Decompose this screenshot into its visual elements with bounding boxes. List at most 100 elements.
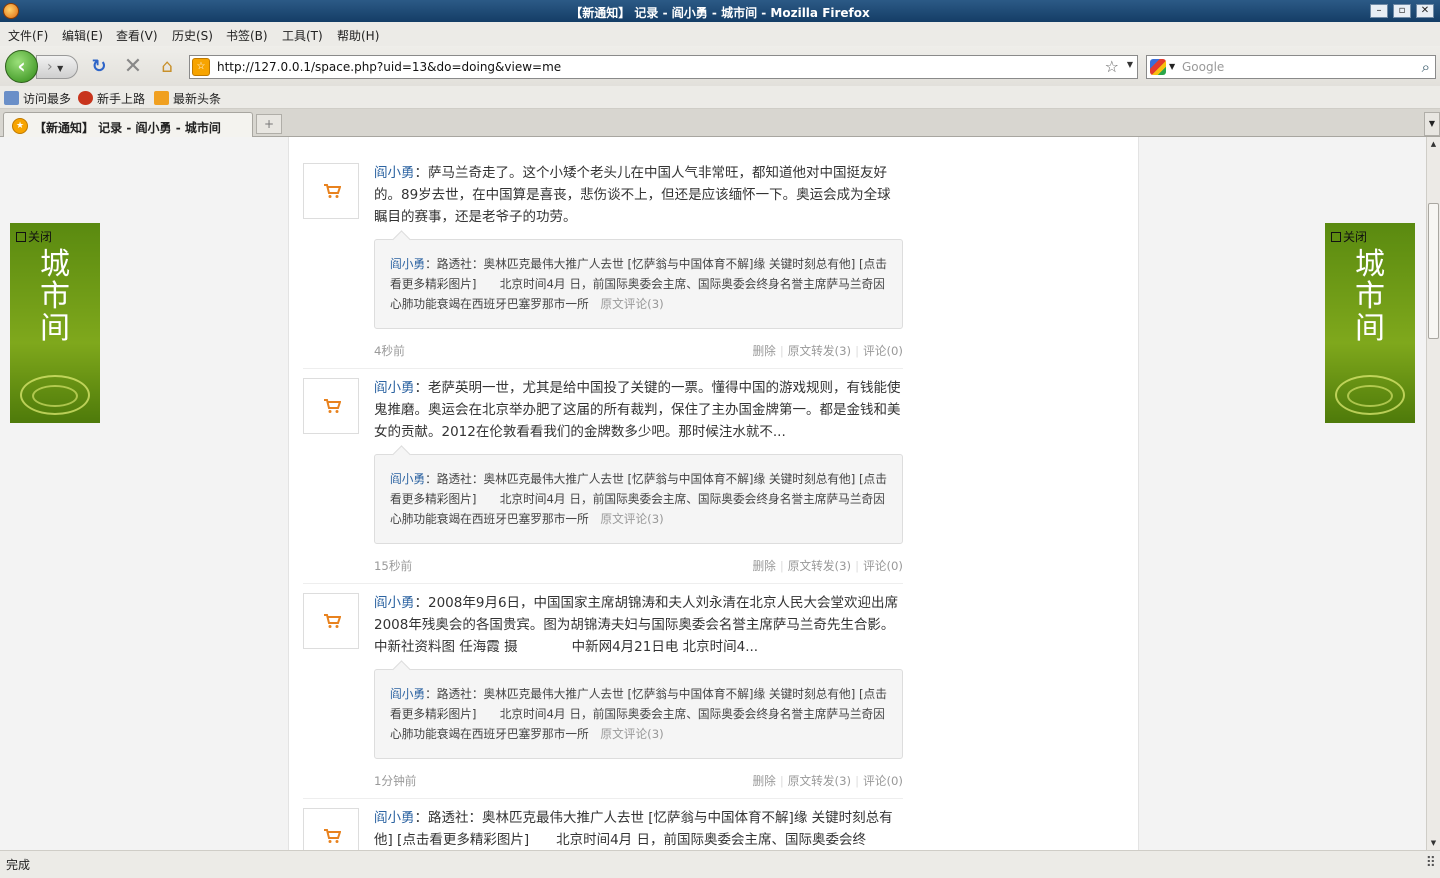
search-input[interactable]: Google [1182, 60, 1224, 74]
navigation-toolbar: › ▼ ‹ ↻ ✕ ⌂ ☆ http://127.0.0.1/space.php… [0, 46, 1440, 86]
forward-link[interactable]: 原文转发(3) [788, 559, 851, 573]
quoted-post: 阎小勇：路透社：奥林匹克最伟大推广人去世 [忆萨翁与中国体育不解]缘 关键时刻总… [374, 669, 903, 759]
ad-close-button[interactable]: 关闭 [16, 228, 52, 245]
url-bar[interactable]: ☆ http://127.0.0.1/space.php?uid=13&do=d… [189, 55, 1138, 79]
bookmark-getting-started[interactable]: 新手上路 [78, 90, 145, 107]
home-icon[interactable]: ⌂ [156, 56, 178, 78]
avatar[interactable] [303, 808, 359, 850]
window-title: 【新通知】 记录 - 阎小勇 - 城市间 - Mozilla Firefox [570, 6, 870, 20]
quote-author-link[interactable]: 阎小勇 [390, 472, 425, 486]
status-text: 完成 [6, 858, 31, 872]
divider [303, 368, 903, 369]
separator: | [855, 774, 860, 788]
original-comments-link[interactable]: 原文评论(3) [600, 727, 663, 741]
forward-link[interactable]: 原文转发(3) [788, 344, 851, 358]
forward-button[interactable]: › ▼ [36, 55, 78, 79]
forward-link[interactable]: 原文转发(3) [788, 774, 851, 788]
stop-icon[interactable]: ✕ [122, 56, 144, 78]
avatar[interactable] [303, 378, 359, 434]
bookmarks-toolbar: 访问最多 新手上路 最新头条 [0, 86, 1440, 109]
original-comments-link[interactable]: 原文评论(3) [600, 512, 663, 526]
timestamp: 4秒前 [374, 344, 405, 358]
search-bar[interactable]: ▼ Google ⌕ [1146, 55, 1436, 79]
vertical-scrollbar[interactable]: ▲ ▼ [1426, 137, 1440, 850]
author-link[interactable]: 阎小勇 [374, 595, 415, 611]
maximize-button[interactable]: ▫ [1393, 4, 1411, 18]
site-identity-icon[interactable]: ☆ [192, 58, 210, 76]
left-floating-ad[interactable]: 关闭 城市间 [10, 223, 100, 423]
ad-brand-text: 城市间 [1355, 247, 1385, 346]
close-window-button[interactable]: ✕ [1416, 4, 1434, 18]
menu-file[interactable]: 文件(F) [8, 27, 48, 44]
ad-brand-text: 城市间 [40, 247, 70, 346]
delete-link[interactable]: 删除 [752, 774, 775, 788]
window-titlebar: 【新通知】 记录 - 阎小勇 - 城市间 - Mozilla Firefox –… [0, 0, 1440, 22]
tab-strip: ★ 【新通知】 记录 - 阎小勇 - 城市间 + ▼ [0, 109, 1440, 137]
delete-link[interactable]: 删除 [752, 344, 775, 358]
entry-actions: 删除 | 原文转发(3) | 评论(0) [752, 772, 903, 789]
getting-started-icon [78, 91, 93, 105]
menu-view[interactable]: 查看(V) [116, 27, 158, 44]
close-box-icon [1331, 232, 1341, 242]
scroll-down-icon[interactable]: ▼ [1427, 836, 1440, 850]
tab-active[interactable]: ★ 【新通知】 记录 - 阎小勇 - 城市间 [3, 112, 253, 137]
entry-actions: 删除 | 原文转发(3) | 评论(0) [752, 557, 903, 574]
author-link[interactable]: 阎小勇 [374, 165, 415, 181]
search-go-icon[interactable]: ⌕ [1422, 58, 1430, 76]
entry-text: 阎小勇：萨马兰奇走了。这个小矮个老头儿在中国人气非常旺，都知道他对中国挺友好的。… [374, 162, 903, 228]
comment-link[interactable]: 评论(0) [863, 344, 903, 358]
main-content-column: 阎小勇：萨马兰奇走了。这个小矮个老头儿在中国人气非常旺，都知道他对中国挺友好的。… [288, 137, 1139, 850]
comment-link[interactable]: 评论(0) [863, 559, 903, 573]
author-link[interactable]: 阎小勇 [374, 380, 415, 396]
comment-link[interactable]: 评论(0) [863, 774, 903, 788]
menu-help[interactable]: 帮助(H) [337, 27, 379, 44]
entry-message: ：路透社：奥林匹克最伟大推广人去世 [忆萨翁与中国体育不解]缘 关键时刻总有他]… [374, 810, 893, 848]
new-tab-button[interactable]: + [256, 114, 282, 134]
google-engine-icon[interactable] [1150, 59, 1166, 75]
tab-list-button[interactable]: ▼ [1424, 112, 1440, 136]
back-button[interactable]: ‹ [5, 50, 38, 83]
delete-link[interactable]: 删除 [752, 559, 775, 573]
menu-bar: 文件(F) 编辑(E) 查看(V) 历史(S) 书签(B) 工具(T) 帮助(H… [0, 22, 1440, 46]
minimize-button[interactable]: – [1370, 4, 1388, 18]
entry-text: 阎小勇：2008年9月6日，中国国家主席胡锦涛和夫人刘永清在北京人民大会堂欢迎出… [374, 592, 903, 658]
entry-message: ：萨马兰奇走了。这个小矮个老头儿在中国人气非常旺，都知道他对中国挺友好的。89岁… [374, 165, 891, 225]
entry-text: 阎小勇：老萨英明一世，尤其是给中国投了关键的一票。懂得中国的游戏规则，有钱能使鬼… [374, 377, 903, 443]
author-link[interactable]: 阎小勇 [374, 810, 415, 826]
bookmark-latest-headlines[interactable]: 最新头条 [154, 90, 221, 107]
forward-arrow-icon: › [47, 59, 53, 75]
entry-actions: 删除 | 原文转发(3) | 评论(0) [752, 342, 903, 359]
bookmark-most-visited[interactable]: 访问最多 [4, 90, 71, 107]
tab-title: 【新通知】 记录 - 阎小勇 - 城市间 [34, 121, 221, 135]
resize-grip-icon[interactable]: ⠿ [1426, 855, 1436, 871]
separator: | [779, 559, 784, 573]
avatar[interactable] [303, 163, 359, 219]
bookmark-label: 新手上路 [97, 92, 146, 106]
right-floating-ad[interactable]: 关闭 城市间 [1325, 223, 1415, 423]
separator: | [779, 774, 784, 788]
menu-tools[interactable]: 工具(T) [282, 27, 323, 44]
engine-dropdown-icon[interactable]: ▼ [1169, 62, 1175, 71]
scroll-up-icon[interactable]: ▲ [1427, 137, 1440, 151]
history-dropdown-icon[interactable]: ▼ [57, 64, 63, 73]
scrollbar-thumb[interactable] [1428, 203, 1439, 339]
ad-close-button[interactable]: 关闭 [1331, 228, 1367, 245]
quote-author-link[interactable]: 阎小勇 [390, 687, 425, 701]
reload-icon[interactable]: ↻ [88, 56, 110, 78]
most-visited-icon [4, 91, 19, 105]
timestamp: 1分钟前 [374, 774, 417, 788]
menu-history[interactable]: 历史(S) [172, 27, 213, 44]
menu-edit[interactable]: 编辑(E) [62, 27, 103, 44]
original-comments-link[interactable]: 原文评论(3) [600, 297, 663, 311]
avatar[interactable] [303, 593, 359, 649]
shopping-cart-icon [324, 399, 341, 413]
shopping-cart-icon [324, 184, 341, 198]
tab-favicon-icon: ★ [12, 118, 28, 134]
bookmark-star-icon[interactable]: ☆ [1105, 57, 1119, 76]
url-text[interactable]: http://127.0.0.1/space.php?uid=13&do=doi… [217, 60, 561, 74]
url-dropdown-icon[interactable]: ▼ [1127, 60, 1133, 69]
bookmark-label: 最新头条 [173, 92, 222, 106]
entry-message: ：老萨英明一世，尤其是给中国投了关键的一票。懂得中国的游戏规则，有钱能使鬼推磨。… [374, 380, 901, 440]
quote-author-link[interactable]: 阎小勇 [390, 257, 425, 271]
menu-bookmarks[interactable]: 书签(B) [226, 27, 268, 44]
